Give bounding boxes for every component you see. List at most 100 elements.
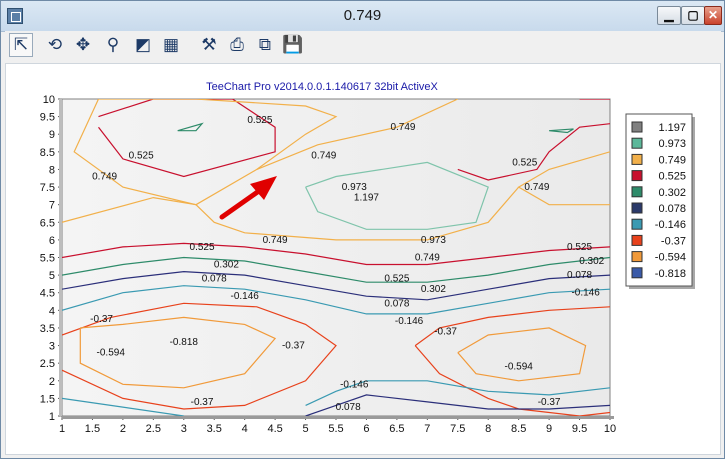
print-icon: ⎙ (230, 35, 244, 54)
x-tick-label: 4 (242, 423, 248, 435)
x-axis-shadow (62, 416, 614, 419)
move-icon: ✥ (75, 35, 91, 54)
y-tick-label: 3 (49, 341, 55, 353)
contour-label: 0.973 (342, 182, 367, 193)
legend-label: -0.818 (655, 268, 686, 280)
x-tick-label: 1 (59, 423, 65, 435)
legend-swatch (631, 234, 643, 246)
x-tick-label: 4.5 (267, 423, 282, 435)
move-tool-button[interactable]: ✥ (71, 33, 95, 57)
app-window: 0.749 ▁ ▢ ✕ ⇱ ⟲ ✥ ⚲ ◩ ▦ ⚒ ⎙ ⧉ 💾 TeeChart… (0, 0, 725, 459)
depth-icon: ◩ (134, 35, 152, 54)
legend-label: 0.078 (658, 203, 686, 215)
legend-label: 0.749 (658, 154, 686, 166)
x-tick-label: 1.5 (85, 423, 100, 435)
contour-label: 0.302 (421, 284, 446, 295)
contour-label: 0.973 (421, 235, 446, 246)
contour-label: -0.146 (395, 316, 424, 327)
chart-panel: TeeChart Pro v2014.0.0.1.140617 32bit Ac… (5, 63, 721, 455)
contour-label: 0.525 (247, 115, 272, 126)
3d-tool-button[interactable]: ▦ (159, 33, 183, 57)
contour-label: 0.749 (263, 235, 288, 246)
contour-label: 0.302 (579, 256, 604, 267)
x-tick-label: 2 (120, 423, 126, 435)
contour-label: 0.078 (384, 298, 409, 309)
legend-swatch (631, 170, 643, 182)
y-tick-label: 9 (49, 129, 55, 141)
legend-label: 0.973 (658, 138, 686, 150)
y-tick-label: 7.5 (40, 182, 55, 194)
y-tick-label: 5.5 (40, 253, 55, 265)
contour-label: -0.37 (191, 397, 214, 408)
legend-swatch (631, 153, 643, 165)
contour-label: -0.594 (97, 348, 126, 359)
x-tick-label: 6 (363, 423, 369, 435)
legend-swatch (631, 267, 643, 279)
x-tick-label: 9.5 (572, 423, 587, 435)
3d-icon: ▦ (162, 35, 180, 54)
x-tick-label: 5 (302, 423, 308, 435)
contour-label: 0.525 (567, 242, 592, 253)
minimize-button[interactable]: ▁ (657, 6, 681, 25)
save-button[interactable]: 💾 (281, 33, 305, 57)
legend-label: 0.525 (658, 171, 686, 183)
y-tick-label: 2.5 (40, 358, 55, 370)
select-tool-button[interactable]: ⇱ (9, 33, 33, 57)
contour-label: 0.525 (190, 242, 215, 253)
y-tick-label: 6.5 (40, 217, 55, 229)
legend-label: -0.594 (655, 252, 686, 264)
copy-button[interactable]: ⧉ (253, 33, 277, 57)
title-bar[interactable]: 0.749 ▁ ▢ ✕ (1, 1, 724, 32)
contour-label: -0.37 (434, 326, 457, 337)
zoom-tool-button[interactable]: ⚲ (101, 33, 125, 57)
x-tick-label: 10 (604, 423, 616, 435)
legend-swatch (631, 202, 643, 214)
x-tick-label: 5.5 (328, 423, 343, 435)
contour-label: -0.818 (170, 337, 199, 348)
contour-label: 0.525 (384, 274, 409, 285)
contour-label: 0.525 (129, 150, 154, 161)
maximize-button[interactable]: ▢ (681, 6, 705, 25)
y-axis-shadow (59, 99, 62, 416)
close-button[interactable]: ✕ (704, 6, 722, 25)
contour-chart[interactable]: TeeChart Pro v2014.0.0.1.140617 32bit Ac… (6, 64, 720, 454)
contour-label: 1.197 (354, 193, 379, 204)
window-title: 0.749 (343, 7, 382, 24)
contour-label: -0.146 (571, 288, 600, 299)
contour-label: 0.749 (524, 182, 549, 193)
x-tick-label: 3.5 (207, 423, 222, 435)
y-tick-label: 10 (43, 94, 55, 106)
y-tick-label: 8 (49, 164, 55, 176)
copy-icon: ⧉ (258, 35, 272, 54)
y-tick-label: 2 (49, 376, 55, 388)
select-arrow-icon: ⇱ (13, 35, 29, 54)
y-tick-label: 3.5 (40, 323, 55, 335)
legend-swatch (631, 137, 643, 149)
legend-label: 1.197 (658, 122, 686, 134)
maximize-icon: ▢ (687, 8, 699, 22)
save-icon: 💾 (282, 35, 304, 54)
x-tick-label: 3 (181, 423, 187, 435)
legend-label: 0.302 (658, 187, 686, 199)
y-tick-label: 8.5 (40, 147, 55, 159)
print-button[interactable]: ⎙ (225, 33, 249, 57)
edit-chart-button[interactable]: ⚒ (197, 33, 221, 57)
y-tick-label: 1.5 (40, 393, 55, 405)
legend-swatch (631, 251, 643, 263)
contour-label: -0.37 (282, 341, 305, 352)
rotate-tool-button[interactable]: ⟲ (43, 33, 67, 57)
y-tick-label: 1 (49, 411, 55, 423)
legend-swatch (631, 121, 643, 133)
legend-label: -0.37 (661, 235, 686, 247)
contour-label: 0.302 (214, 260, 239, 271)
contour-label: 0.749 (415, 253, 440, 264)
edit-chart-icon: ⚒ (201, 35, 217, 54)
depth-tool-button[interactable]: ◩ (131, 33, 155, 57)
y-tick-label: 4 (49, 305, 55, 317)
contour-label: -0.594 (504, 362, 533, 373)
toolbar: ⇱ ⟲ ✥ ⚲ ◩ ▦ ⚒ ⎙ ⧉ 💾 (5, 31, 721, 61)
x-tick-label: 8.5 (511, 423, 526, 435)
x-tick-label: 7 (424, 423, 430, 435)
y-tick-label: 5 (49, 270, 55, 282)
y-tick-label: 7 (49, 200, 55, 212)
